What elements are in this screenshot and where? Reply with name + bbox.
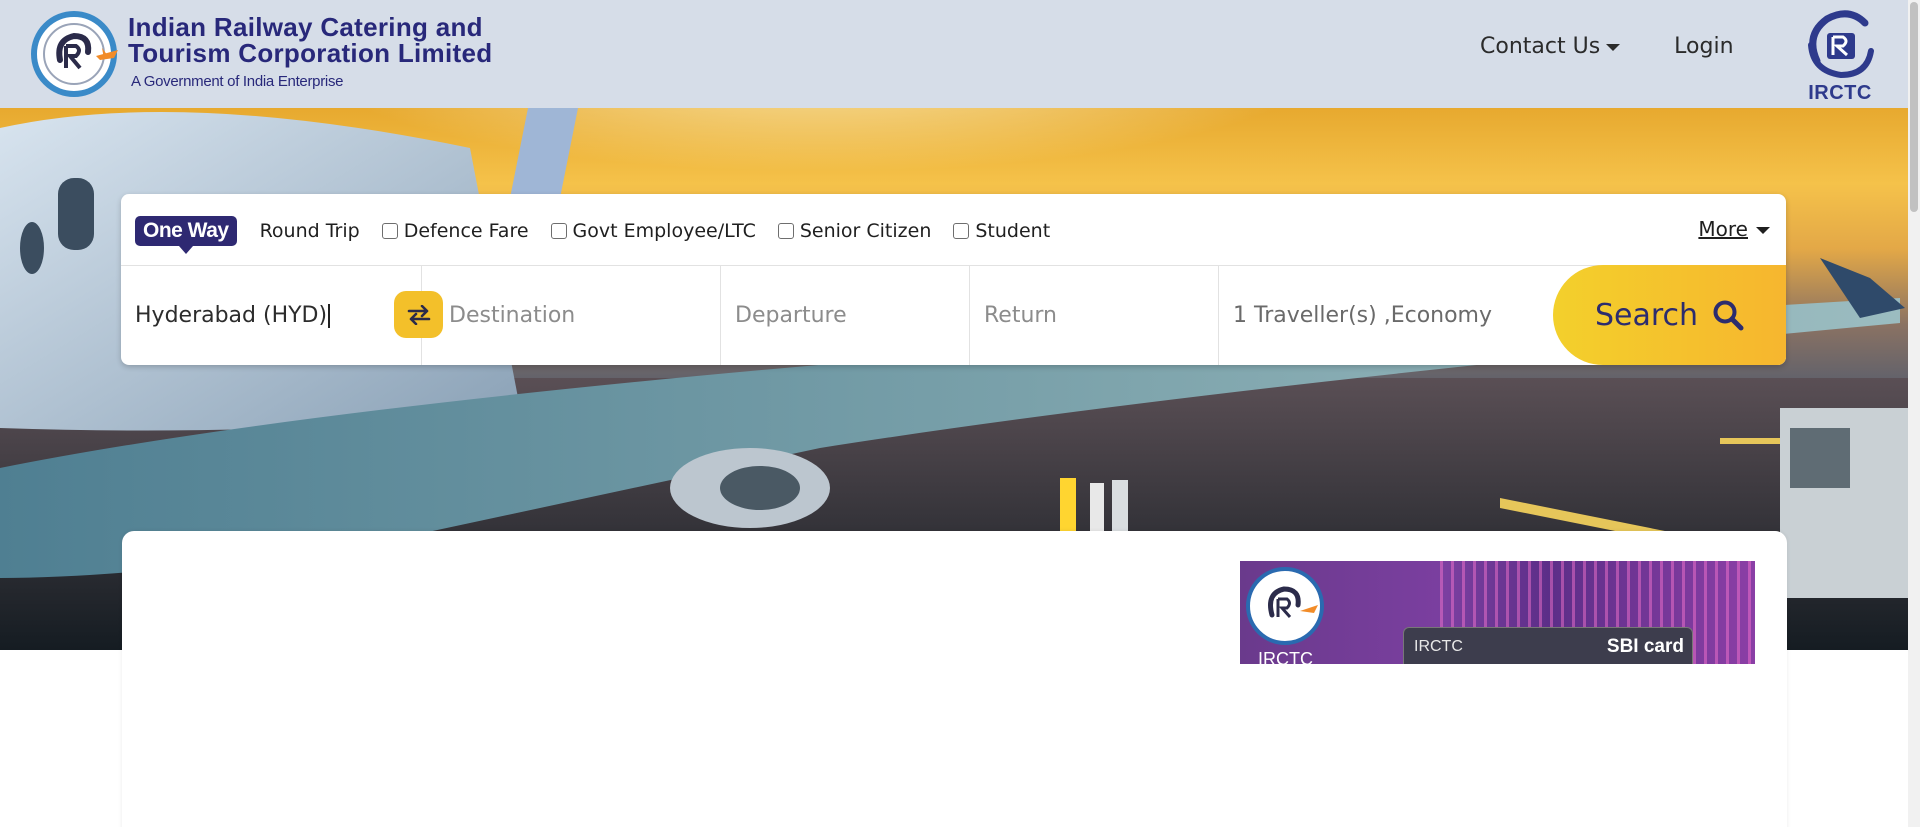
irctc-logo-icon	[1808, 10, 1874, 79]
caret-down-icon	[1756, 226, 1770, 234]
search-button[interactable]: Search	[1553, 265, 1786, 365]
page-scrollbar[interactable]	[1908, 0, 1920, 827]
student-label: Student	[975, 220, 1051, 242]
site-header: Indian Railway Catering and Tourism Corp…	[0, 0, 1908, 108]
promo-ad-banner[interactable]: IRCTC IRCTC SBI card	[1240, 561, 1755, 664]
more-options-dropdown[interactable]: More	[1698, 217, 1770, 241]
search-button-label: Search	[1594, 297, 1699, 333]
irctc-logo-icon	[1246, 567, 1324, 645]
irctc-logo-icon	[30, 10, 122, 98]
scrollbar-thumb[interactable]	[1910, 2, 1918, 212]
login-label: Login	[1674, 34, 1734, 59]
contact-us-label: Contact Us	[1480, 34, 1601, 59]
senior-citizen-label: Senior Citizen	[799, 220, 932, 242]
checkbox-icon[interactable]	[381, 223, 398, 239]
checkbox-icon[interactable]	[550, 223, 567, 239]
text-cursor	[328, 303, 331, 328]
checkbox-icon[interactable]	[953, 223, 970, 239]
more-label: More	[1698, 217, 1748, 241]
login-link[interactable]: Login	[1674, 34, 1733, 59]
trip-type-row: One Way Round Trip Defence Fare Govt Emp…	[135, 216, 1050, 254]
defence-fare-checkbox[interactable]: Defence Fare	[381, 220, 529, 242]
swap-icon	[407, 304, 430, 325]
flight-search-card: One Way Round Trip Defence Fare Govt Emp…	[121, 194, 1786, 365]
irctc-corner-label: IRCTC	[1808, 82, 1872, 104]
ad-card-brand: SBI card	[1606, 636, 1684, 657]
brand-tagline: A Government of India Enterprise	[131, 73, 344, 90]
top-nav: Contact Us Login	[1480, 34, 1734, 59]
swap-button[interactable]	[394, 291, 443, 338]
govt-employee-checkbox[interactable]: Govt Employee/LTC	[550, 220, 756, 242]
return-placeholder: Return	[984, 303, 1058, 328]
contact-us-dropdown[interactable]: Contact Us	[1480, 34, 1621, 59]
brand-name-line1: Indian Railway Catering and	[128, 12, 483, 42]
ad-credit-card-image: IRCTC SBI card	[1403, 627, 1693, 664]
caret-down-icon	[1606, 44, 1621, 51]
travellers-class-selector[interactable]: 1 Traveller(s) ,Economy	[1219, 266, 1553, 365]
student-checkbox[interactable]: Student	[953, 220, 1050, 242]
origin-value: Hyderabad (HYD)	[135, 303, 328, 328]
one-way-tab[interactable]: One Way	[135, 216, 237, 254]
govt-employee-label: Govt Employee/LTC	[572, 220, 756, 242]
destination-placeholder: Destination	[449, 303, 576, 328]
search-icon	[1713, 300, 1744, 331]
ad-logo-text: IRCTC	[1258, 649, 1313, 664]
origin-input[interactable]: Hyderabad (HYD)	[121, 266, 443, 365]
travellers-value: 1 Traveller(s) ,Economy	[1233, 303, 1493, 328]
round-trip-tab[interactable]: Round Trip	[260, 220, 360, 242]
defence-fare-label: Defence Fare	[403, 220, 529, 242]
destination-input[interactable]: Destination	[422, 266, 721, 365]
senior-citizen-checkbox[interactable]: Senior Citizen	[777, 220, 932, 242]
checkbox-icon[interactable]	[777, 223, 794, 239]
departure-date-input[interactable]: Departure	[721, 266, 970, 365]
brand-name-line2: Tourism Corporation Limited	[128, 38, 493, 68]
irctc-corner-logo[interactable]: IRCTC	[1797, 5, 1883, 105]
ad-card-irctc-text: IRCTC	[1414, 638, 1463, 655]
search-fields-row: Hyderabad (HYD) Destination Departure Re…	[121, 265, 1786, 365]
brand-text: Indian Railway Catering and Tourism Corp…	[128, 14, 492, 90]
departure-placeholder: Departure	[735, 303, 847, 328]
brand[interactable]: Indian Railway Catering and Tourism Corp…	[30, 10, 492, 98]
return-date-input[interactable]: Return	[970, 266, 1219, 365]
